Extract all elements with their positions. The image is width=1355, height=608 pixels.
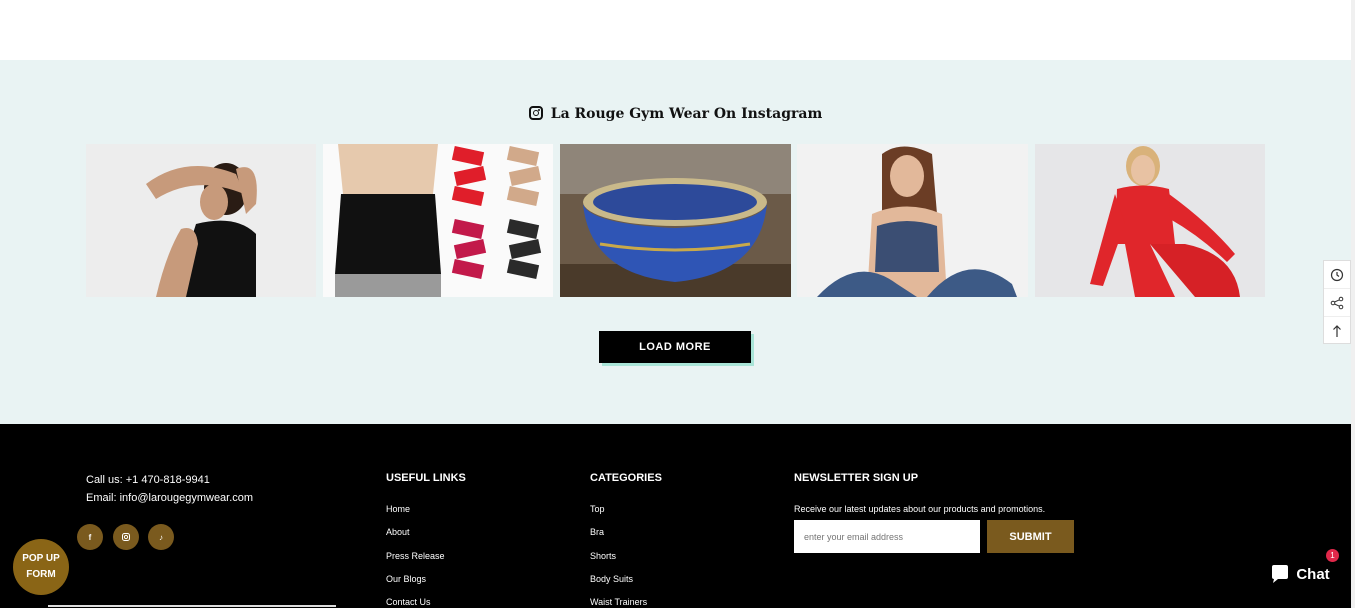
- useful-links-heading: USEFUL LINKS: [386, 472, 466, 484]
- category-link-waist-trainers[interactable]: Waist Trainers: [590, 597, 647, 607]
- popup-line-2: FORM: [26, 569, 56, 580]
- instagram-icon: [528, 106, 543, 120]
- instagram-photo-4[interactable]: [797, 144, 1028, 297]
- chat-badge: 1: [1326, 549, 1339, 562]
- scrollbar[interactable]: [1351, 0, 1355, 608]
- instagram-photo-3[interactable]: [560, 144, 791, 297]
- chat-bubble-icon: [1272, 565, 1289, 583]
- footer-phone: Call us: +1 470-818-9941: [86, 474, 210, 486]
- newsletter-heading: NEWSLETTER SIGN UP: [794, 472, 919, 484]
- instagram-photo-1[interactable]: [86, 144, 316, 297]
- popup-form-button[interactable]: POP UP FORM: [13, 539, 69, 595]
- bottom-divider: [48, 605, 336, 607]
- top-band: [0, 0, 1355, 60]
- instagram-icon[interactable]: [113, 524, 139, 550]
- footer-link-our-blogs[interactable]: Our Blogs: [386, 574, 426, 584]
- footer-email[interactable]: Email: info@larougegymwear.com: [86, 492, 253, 504]
- load-more-button[interactable]: LOAD MORE: [599, 331, 751, 363]
- popup-line-1: POP UP: [22, 553, 60, 564]
- newsletter-submit-button[interactable]: SUBMIT: [987, 520, 1074, 553]
- footer: [0, 424, 1351, 608]
- newsletter-description: Receive our latest updates about our pro…: [794, 504, 1046, 514]
- category-link-top[interactable]: Top: [590, 504, 605, 514]
- floating-tools: [1323, 260, 1351, 344]
- category-link-shorts[interactable]: Shorts: [590, 551, 616, 561]
- tiktok-icon[interactable]: ♪: [148, 524, 174, 550]
- newsletter-email-input[interactable]: [794, 520, 980, 553]
- facebook-icon[interactable]: f: [77, 524, 103, 550]
- recently-viewed-icon[interactable]: [1324, 261, 1350, 289]
- share-icon[interactable]: [1324, 289, 1350, 317]
- back-to-top-icon[interactable]: [1324, 317, 1350, 345]
- instagram-heading: La Rouge Gym Wear On Instagram: [0, 106, 1351, 122]
- chat-label: Chat: [1296, 565, 1330, 583]
- categories-heading: CATEGORIES: [590, 472, 662, 484]
- category-link-bra[interactable]: Bra: [590, 527, 604, 537]
- instagram-title: La Rouge Gym Wear On Instagram: [550, 106, 823, 122]
- footer-link-contact-us[interactable]: Contact Us: [386, 597, 431, 607]
- footer-link-about[interactable]: About: [386, 527, 410, 537]
- footer-link-home[interactable]: Home: [386, 504, 410, 514]
- footer-link-press-release[interactable]: Press Release: [386, 551, 445, 561]
- instagram-photo-5[interactable]: [1035, 144, 1265, 297]
- category-link-body-suits[interactable]: Body Suits: [590, 574, 633, 584]
- instagram-photo-2[interactable]: [323, 144, 553, 297]
